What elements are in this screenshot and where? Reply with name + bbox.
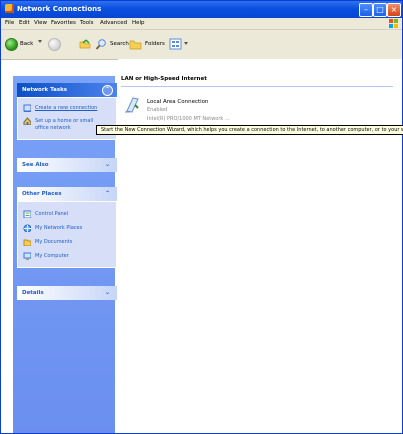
toolbar: Back Search Folders	[1, 30, 402, 60]
home-network-icon	[23, 117, 31, 125]
network-tasks-header[interactable]: Network Tasks ⌃	[17, 83, 117, 97]
back-button[interactable]: Back	[5, 38, 43, 52]
windows-flag-icon	[389, 19, 398, 28]
close-button[interactable]: ×	[387, 3, 401, 17]
chevron-down-icon	[38, 40, 42, 43]
views-button[interactable]	[169, 38, 189, 52]
lan-group-title: LAN or High-Speed Internet	[121, 76, 207, 82]
network-connections-icon	[5, 4, 14, 13]
expand-chevron-icon[interactable]: ⌄	[102, 160, 113, 171]
other-places-header[interactable]: Other Places ⌃	[17, 187, 117, 201]
search-button[interactable]: Search	[95, 38, 129, 52]
collapse-chevron-icon[interactable]: ⌃	[102, 85, 113, 96]
connection-name[interactable]: Local Area Connection	[147, 99, 209, 105]
forward-button[interactable]	[48, 38, 64, 52]
collapse-chevron-icon[interactable]: ⌃	[102, 189, 113, 200]
up-folder-icon	[79, 39, 91, 49]
back-arrow-icon	[5, 38, 18, 51]
chevron-down-icon	[184, 42, 188, 45]
other-places-panel: Control Panel My Network Places My Docum…	[17, 201, 117, 268]
forward-arrow-icon	[48, 38, 61, 51]
documents-icon	[23, 239, 31, 246]
network-connections-window: Network Connections – □ × File Edit View…	[0, 0, 403, 434]
connection-status: Enabled	[147, 107, 168, 113]
window-title: Network Connections	[17, 5, 102, 13]
menu-edit[interactable]: Edit	[19, 20, 30, 26]
menu-view[interactable]: View	[34, 20, 47, 26]
connection-device: Intel(R) PRO/1000 MT Network ...	[147, 116, 230, 122]
views-icon	[169, 38, 182, 50]
computer-icon	[23, 252, 31, 260]
folders-icon	[129, 40, 142, 50]
group-divider	[121, 86, 393, 87]
see-also-header[interactable]: See Also ⌄	[17, 158, 117, 172]
menu-favorites[interactable]: Favorites	[51, 20, 76, 26]
local-area-connection-icon[interactable]	[123, 96, 140, 113]
tooltip: Start the New Connection Wizard, which h…	[96, 125, 403, 135]
expand-chevron-icon[interactable]: ⌄	[102, 288, 113, 299]
menu-bar: File Edit View Favorites Tools Advanced …	[1, 18, 402, 30]
new-connection-icon	[23, 104, 31, 112]
title-bar[interactable]: Network Connections – □ ×	[1, 1, 402, 18]
search-icon	[95, 39, 106, 50]
minimize-button[interactable]: –	[359, 3, 373, 17]
menu-tools[interactable]: Tools	[80, 20, 94, 26]
details-header[interactable]: Details ⌄	[17, 286, 117, 300]
network-places-icon	[23, 224, 31, 232]
main-content: LAN or High-Speed Internet Local Area Co…	[118, 59, 402, 433]
menu-file[interactable]: File	[5, 20, 14, 26]
control-panel-icon	[23, 210, 31, 218]
folders-button[interactable]: Folders	[129, 38, 165, 52]
menu-help[interactable]: Help	[132, 20, 145, 26]
up-folder-button[interactable]	[78, 38, 94, 52]
maximize-button[interactable]: □	[373, 3, 387, 17]
menu-advanced[interactable]: Advanced	[100, 20, 127, 26]
